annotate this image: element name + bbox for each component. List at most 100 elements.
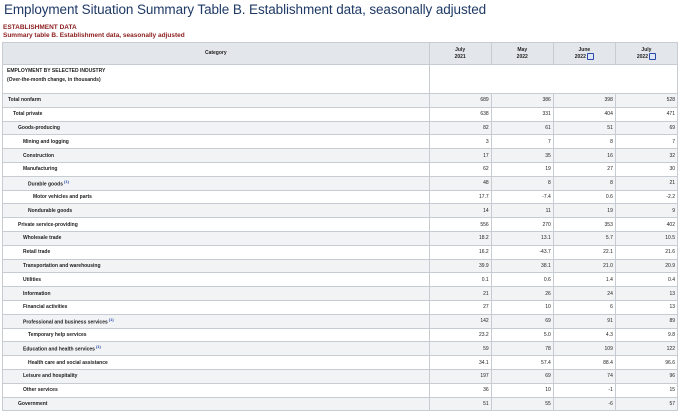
value-cell: 0.6 <box>490 272 554 288</box>
row-label: Total private <box>2 106 430 122</box>
value-cell: 19 <box>490 161 554 177</box>
row-label: Leisure and hospitality <box>2 368 430 384</box>
value-cell: 36 <box>428 382 492 398</box>
row-label-text: Leisure and hospitality <box>23 373 78 380</box>
table-row: Temporary help services 23.2 5.0 4.3 9.8 <box>2 327 679 343</box>
row-label-text: Private service-providing <box>18 221 78 228</box>
row-label-text: Motor vehicles and parts <box>33 193 92 200</box>
table-row: Goods-producing 82 61 51 69 <box>2 120 679 136</box>
row-label-text: Total private <box>13 111 43 118</box>
value-cell: 21.6 <box>614 244 679 260</box>
value-cell: 57.4 <box>490 355 554 370</box>
preliminary-footnote-icon[interactable] <box>586 53 594 61</box>
value-cell: 5.7 <box>552 230 616 246</box>
row-label: Durable goods(1) <box>2 175 430 191</box>
row-label-text: Professional and business services <box>23 319 108 326</box>
value-cell: 17.7 <box>428 189 492 205</box>
row-label-text: Transportation and warehousing <box>23 262 101 269</box>
value-cell: 88.4 <box>552 355 616 370</box>
row-label: Financial activities <box>2 299 430 315</box>
value-cell: 21 <box>428 286 492 301</box>
row-label: Information <box>2 286 430 301</box>
value-cell: 96 <box>614 368 679 384</box>
table-row: Nondurable goods 14 11 19 9 <box>2 203 679 219</box>
row-label: Transportation and warehousing <box>2 258 430 274</box>
value-cell: -1 <box>552 382 616 398</box>
table-row: Education and health services(1) 59 78 109 1… <box>2 341 679 357</box>
row-label: Utilities <box>2 272 430 288</box>
value-cell: 270 <box>490 217 554 232</box>
value-cell: 18.2 <box>428 230 492 246</box>
value-cell: 0.6 <box>552 189 616 205</box>
group-label-subtitle: (Over-the-month change, in thousands) <box>7 77 101 83</box>
row-label-text: Government <box>18 400 48 407</box>
row-label: Professional and business services(1) <box>2 313 430 329</box>
value-cell: 69 <box>614 120 679 136</box>
table-row: Other services 36 10 -1 15 <box>2 382 679 398</box>
row-label-text: Retail trade <box>23 249 51 256</box>
row-label: Manufacturing <box>2 161 430 177</box>
row-label-text: Mining and logging <box>23 138 69 145</box>
value-cell: 27 <box>552 161 616 177</box>
table-row: Utilities 0.1 0.6 1.4 0.4 <box>2 272 679 288</box>
value-cell: 30 <box>614 161 679 177</box>
row-label: Construction <box>2 148 430 163</box>
value-cell: 35 <box>490 148 554 163</box>
row-label: Goods-producing <box>2 120 430 136</box>
row-label-text: Nondurable goods <box>28 207 73 214</box>
category-column-header: Category <box>2 42 430 65</box>
value-cell: 402 <box>614 217 679 232</box>
table-row: Wholesale trade 18.2 13.1 5.7 10.5 <box>2 230 679 246</box>
value-cell: 689 <box>428 93 492 108</box>
value-cell: 55 <box>490 396 554 411</box>
footnote-link[interactable]: (1) <box>64 179 69 184</box>
value-cell: 16 <box>552 148 616 163</box>
value-cell: 7 <box>490 134 554 150</box>
row-label-text: Health care and social assistance <box>28 359 108 366</box>
value-cell: 38.1 <box>490 258 554 274</box>
value-cell: 61 <box>490 120 554 136</box>
row-label: Total nonfarm <box>2 93 430 108</box>
row-label: Education and health services(1) <box>2 341 430 357</box>
value-cell: -43.7 <box>490 244 554 260</box>
value-cell: 96.6 <box>614 355 679 370</box>
table-row: Manufacturing 62 19 27 30 <box>2 161 679 177</box>
column-header-year: 2022 <box>516 53 528 60</box>
row-label: Wholesale trade <box>2 230 430 246</box>
value-cell: 4.3 <box>552 327 616 343</box>
column-header-year: 2022 <box>636 53 648 60</box>
row-label: Health care and social assistance <box>2 355 430 370</box>
row-label: Private service-providing <box>2 217 430 232</box>
value-cell: 9 <box>614 203 679 219</box>
row-label-text: Utilities <box>23 276 42 283</box>
table-row: Construction 17 35 16 32 <box>2 148 679 163</box>
table-row: Leisure and hospitality 197 69 74 96 <box>2 368 679 384</box>
value-cell: 8 <box>552 175 616 191</box>
value-cell: 69 <box>490 368 554 384</box>
value-cell: 13 <box>614 299 679 315</box>
row-label-text: Wholesale trade <box>23 235 62 242</box>
value-cell: 39.9 <box>428 258 492 274</box>
value-cell: 27 <box>428 299 492 315</box>
footnote-link[interactable]: (1) <box>96 344 101 349</box>
row-label-text: Education and health services <box>23 347 95 354</box>
value-cell: 122 <box>614 341 679 357</box>
footnote-link[interactable]: (1) <box>109 317 114 322</box>
value-cell: 48 <box>428 175 492 191</box>
row-label-text: Information <box>23 290 51 297</box>
value-cell: 0.1 <box>428 272 492 288</box>
row-label: Nondurable goods <box>2 203 430 219</box>
row-label: Temporary help services <box>2 327 430 343</box>
column-header-year: 2021 <box>454 53 466 60</box>
value-cell: 6 <box>552 299 616 315</box>
value-cell: 13 <box>614 286 679 301</box>
value-cell: 24 <box>552 286 616 301</box>
row-label-text: Construction <box>23 152 55 159</box>
table-row: Retail trade 16.2 -43.7 22.1 21.6 <box>2 244 679 260</box>
value-cell: 26 <box>490 286 554 301</box>
column-header-1: May 2022 <box>490 42 554 65</box>
preliminary-footnote-icon[interactable] <box>648 53 656 61</box>
value-cell: 22.1 <box>552 244 616 260</box>
value-cell: 16.2 <box>428 244 492 260</box>
table-row: Mining and logging 3 7 8 7 <box>2 134 679 150</box>
